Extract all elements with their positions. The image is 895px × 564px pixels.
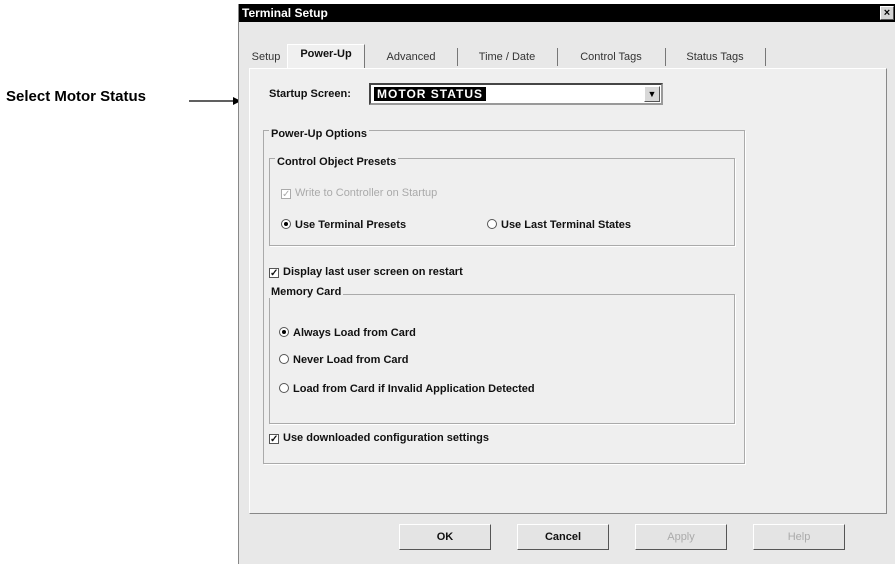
tab-status-tags[interactable]: Status Tags [665, 48, 766, 66]
radio-selected-icon [281, 219, 291, 229]
radio-unselected-icon [279, 383, 289, 393]
radio-unselected-icon [487, 219, 497, 229]
ok-button[interactable]: OK [399, 524, 491, 550]
checkbox-checked-icon: ✓ [281, 189, 291, 200]
control-presets-title: Control Object Presets [275, 156, 399, 168]
startup-screen-label: Startup Screen: [269, 88, 351, 100]
never-load-radio[interactable]: Never Load from Card [279, 354, 409, 366]
checkbox-checked-icon: ✓ [269, 268, 279, 279]
use-last-states-label: Use Last Terminal States [501, 219, 632, 231]
display-last-screen-label: Display last user screen on restart [283, 266, 463, 278]
write-to-controller-label: Write to Controller on Startup [295, 187, 438, 199]
load-if-invalid-radio[interactable]: Load from Card if Invalid Application De… [279, 383, 535, 395]
radio-unselected-icon [279, 354, 289, 364]
tab-advanced[interactable]: Advanced [365, 48, 458, 66]
radio-selected-icon [279, 327, 289, 337]
callout-arrow [189, 97, 241, 105]
tab-power-up[interactable]: Power-Up [287, 44, 365, 69]
use-downloaded-config-label: Use downloaded configuration settings [283, 432, 489, 444]
title-bar: Terminal Setup × [239, 4, 895, 22]
chevron-down-icon[interactable]: ▼ [644, 86, 660, 102]
tab-setup[interactable]: Setup [245, 48, 288, 66]
terminal-setup-dialog: Terminal Setup × Setup Power-Up Advanced… [238, 4, 895, 564]
always-load-radio[interactable]: Always Load from Card [279, 327, 416, 339]
power-up-options-title: Power-Up Options [269, 128, 369, 140]
control-presets-group [269, 158, 735, 246]
memory-card-title: Memory Card [269, 286, 344, 298]
write-to-controller-checkbox[interactable]: ✓ Write to Controller on Startup [281, 187, 438, 200]
apply-button[interactable]: Apply [635, 524, 727, 550]
close-icon[interactable]: × [880, 6, 894, 20]
use-downloaded-config-checkbox[interactable]: ✓ Use downloaded configuration settings [269, 432, 489, 445]
tab-control-tags[interactable]: Control Tags [557, 48, 666, 66]
help-button[interactable]: Help [753, 524, 845, 550]
startup-screen-dropdown[interactable]: MOTOR STATUS ▼ [369, 83, 663, 105]
startup-screen-value: MOTOR STATUS [374, 87, 486, 101]
tab-time-date[interactable]: Time / Date [457, 48, 558, 66]
never-load-label: Never Load from Card [293, 354, 409, 366]
window-title: Terminal Setup [242, 6, 328, 20]
checkbox-checked-icon: ✓ [269, 434, 279, 445]
callout-label: Select Motor Status [6, 88, 147, 105]
always-load-label: Always Load from Card [293, 327, 416, 339]
use-last-states-radio[interactable]: Use Last Terminal States [487, 219, 631, 231]
load-if-invalid-label: Load from Card if Invalid Application De… [293, 383, 535, 395]
use-terminal-presets-label: Use Terminal Presets [295, 219, 407, 231]
display-last-screen-checkbox[interactable]: ✓ Display last user screen on restart [269, 266, 463, 279]
use-terminal-presets-radio[interactable]: Use Terminal Presets [281, 219, 406, 231]
cancel-button[interactable]: Cancel [517, 524, 609, 550]
